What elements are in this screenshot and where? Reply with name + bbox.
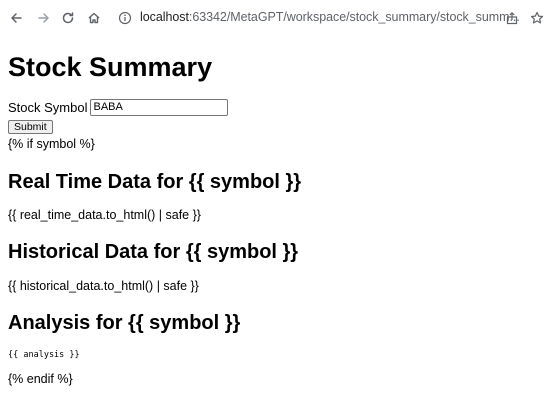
url-path: :63342/MetaGPT/workspace/stock_summary/s… (188, 10, 520, 24)
if-template-tag: {% if symbol %} (8, 137, 95, 151)
site-info-icon[interactable] (115, 8, 135, 28)
share-icon[interactable] (502, 8, 522, 28)
real-time-body: {{ real_time_data.to_html() | safe }} (8, 208, 201, 222)
endif-template-tag: {% endif %} (8, 372, 73, 386)
symbol-input[interactable] (90, 99, 229, 116)
forward-arrow-icon[interactable] (34, 8, 54, 28)
symbol-label: Stock Symbol (8, 100, 88, 115)
analysis-heading: Analysis for {{ symbol }} (8, 312, 241, 334)
symbol-form-row: Stock Symbol (8, 99, 229, 116)
home-icon[interactable] (84, 8, 104, 28)
back-arrow-icon[interactable] (6, 8, 26, 28)
submit-button[interactable]: Submit (8, 120, 53, 134)
browser-toolbar: localhost:63342/MetaGPT/workspace/stock_… (0, 0, 547, 36)
url-host: localhost (140, 10, 189, 24)
bookmark-star-icon[interactable] (527, 8, 547, 28)
address-bar[interactable]: localhost:63342/MetaGPT/workspace/stock_… (140, 10, 520, 24)
historical-heading: Historical Data for {{ symbol }} (8, 241, 299, 263)
historical-body: {{ historical_data.to_html() | safe }} (8, 279, 199, 293)
reload-icon[interactable] (58, 8, 78, 28)
analysis-body: {{ analysis }} (8, 350, 80, 360)
real-time-heading: Real Time Data for {{ symbol }} (8, 171, 302, 193)
page-title: Stock Summary (8, 52, 213, 82)
